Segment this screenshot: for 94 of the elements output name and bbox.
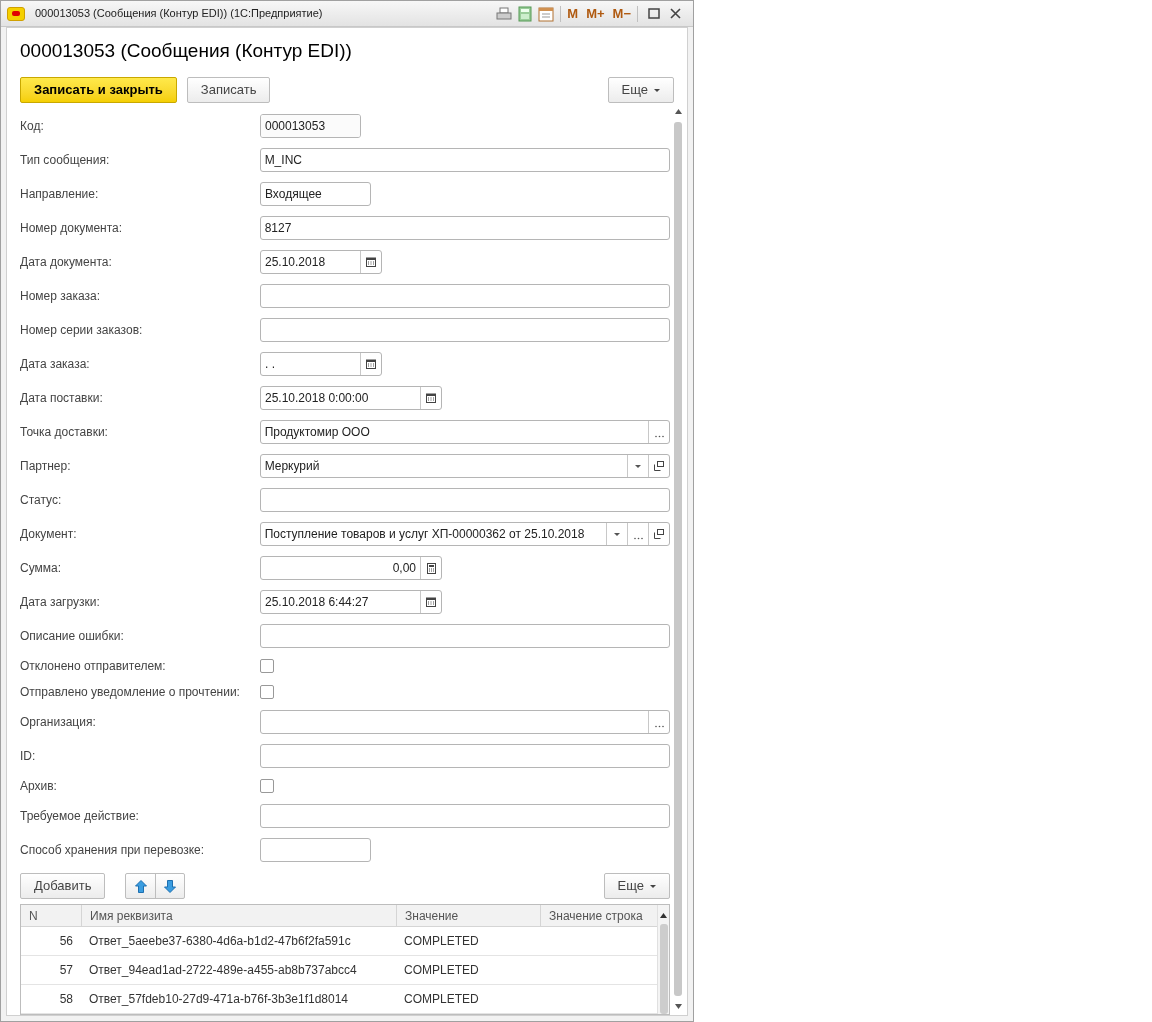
field-label: Направление:: [20, 186, 100, 203]
field-label: Точка доставки:: [20, 424, 109, 441]
caret-icon: [635, 464, 641, 468]
table-cell-text: Ответ_57fdeb10-27d9-471a-b76f-3b3e1f1d8014: [88, 991, 350, 1008]
input-field[interactable]: [259, 624, 670, 648]
field-label: Дата поставки:: [20, 390, 104, 407]
field-label: Архив:: [20, 778, 58, 795]
memory-button[interactable]: M−: [612, 3, 631, 24]
close-icon[interactable]: [670, 8, 681, 19]
calculator-icon: [426, 562, 436, 574]
open-window-icon: [654, 461, 664, 471]
scroll-up-icon[interactable]: [660, 913, 667, 918]
input-field[interactable]: [259, 488, 670, 512]
form-title: 000013053 (Сообщения (Контур EDI)): [20, 39, 353, 63]
input-field[interactable]: [259, 318, 670, 342]
more-button[interactable]: Еще: [603, 873, 670, 899]
input-field[interactable]: [259, 804, 670, 828]
input-field[interactable]: 25.10.2018 0:00:00: [260, 386, 442, 410]
maximize-icon[interactable]: [648, 8, 660, 19]
input-field[interactable]: M_INC: [259, 148, 670, 172]
arrow-down-icon: [164, 879, 177, 893]
input-field[interactable]: [259, 744, 670, 768]
more-button[interactable]: Еще: [607, 77, 674, 103]
field-label: Дата документа:: [20, 254, 113, 271]
save-and-close-button[interactable]: Записать и закрыть: [20, 77, 177, 103]
table-scrollbar[interactable]: [657, 905, 669, 1014]
calendar-icon: [426, 393, 436, 403]
input-field[interactable]: [259, 710, 670, 734]
table-cell-text: COMPLETED: [403, 962, 480, 979]
input-field[interactable]: 25.10.2018 6:44:27: [260, 590, 442, 614]
checkbox[interactable]: [260, 659, 274, 673]
open-window-icon: [654, 529, 664, 539]
checkbox[interactable]: [260, 685, 274, 699]
field-label: Способ хранения при перевозке:: [20, 842, 206, 859]
input-field[interactable]: 000013053: [260, 114, 361, 138]
input-field[interactable]: [260, 838, 371, 862]
input-field[interactable]: Меркурий: [259, 454, 670, 478]
table-cell-text: Ответ_5aeebe37-6380-4d6a-b1d2-47b6f2fa591c: [88, 933, 352, 950]
printer-icon[interactable]: [496, 6, 513, 21]
input-field[interactable]: [259, 284, 670, 308]
table-cell-text: 57: [58, 962, 74, 979]
memory-button[interactable]: M+: [586, 3, 605, 24]
scroll-up-icon[interactable]: [674, 109, 682, 114]
field-label: Дата загрузки:: [20, 594, 101, 611]
caret-icon: [654, 88, 660, 92]
scroll-down-icon[interactable]: [674, 1004, 682, 1009]
field-label: Требуемое действие:: [20, 808, 140, 825]
table-cell-text: COMPLETED: [403, 991, 480, 1008]
calendar-icon: [366, 257, 376, 267]
app-logo-icon: [7, 6, 25, 21]
column-header[interactable]: N: [21, 905, 81, 926]
table-cell-text: COMPLETED: [403, 933, 480, 950]
calendar-icon: [366, 359, 376, 369]
table-cell-text: Ответ_94ead1ad-2722-489e-a455-ab8b737abcc4: [88, 962, 358, 979]
input-field[interactable]: Поступление товаров и услуг ХП-00000362 от 25.10.2018: [259, 522, 670, 546]
window-title: 000013053 (Сообщения (Контур EDI)) (1С:Предприятие): [35, 6, 323, 22]
column-header[interactable]: Значение: [396, 905, 540, 926]
table-cell-text: 58: [58, 991, 74, 1008]
input-field[interactable]: 0,00: [260, 556, 442, 580]
field-label: Документ:: [20, 526, 78, 543]
field-label: Организация:: [20, 714, 97, 731]
field-label: Отправлено уведомление о прочтении:: [20, 684, 241, 701]
input-field[interactable]: . .: [260, 352, 382, 376]
field-label: Номер документа:: [20, 220, 124, 237]
column-header[interactable]: Имя реквизита: [81, 905, 396, 926]
ellipsis-icon: [654, 435, 664, 438]
ellipsis-icon: [633, 537, 643, 540]
field-label: Сумма:: [20, 560, 63, 577]
add-button[interactable]: Добавить: [20, 873, 106, 899]
caret-icon: [650, 884, 656, 888]
input-field[interactable]: 8127: [259, 216, 670, 240]
memory-button[interactable]: M: [567, 3, 579, 24]
field-label: Номер заказа:: [20, 288, 101, 305]
field-label: Тип сообщения:: [20, 152, 111, 169]
input-field[interactable]: Входящее: [260, 182, 371, 206]
table-cell-text: 56: [58, 933, 74, 950]
caret-icon: [614, 532, 620, 536]
field-label: Описание ошибки:: [20, 628, 125, 645]
save-button[interactable]: Записать: [186, 77, 271, 103]
field-label: Статус:: [20, 492, 63, 509]
field-label: Отклонено отправителем:: [20, 658, 167, 675]
field-label: Дата заказа:: [20, 356, 91, 373]
field-label: Номер серии заказов:: [20, 322, 144, 339]
field-label: ID:: [20, 748, 37, 765]
checkbox[interactable]: [260, 779, 274, 793]
calendar-icon: [426, 597, 436, 607]
input-field[interactable]: 25.10.2018: [260, 250, 382, 274]
ellipsis-icon: [654, 725, 664, 728]
field-label: Код:: [20, 118, 45, 135]
calendar-icon[interactable]: [538, 5, 555, 22]
field-label: Партнер:: [20, 458, 72, 475]
calculator-icon[interactable]: [518, 5, 533, 22]
arrow-up-icon: [134, 879, 147, 893]
input-field[interactable]: Продуктомир ООО: [259, 420, 670, 444]
